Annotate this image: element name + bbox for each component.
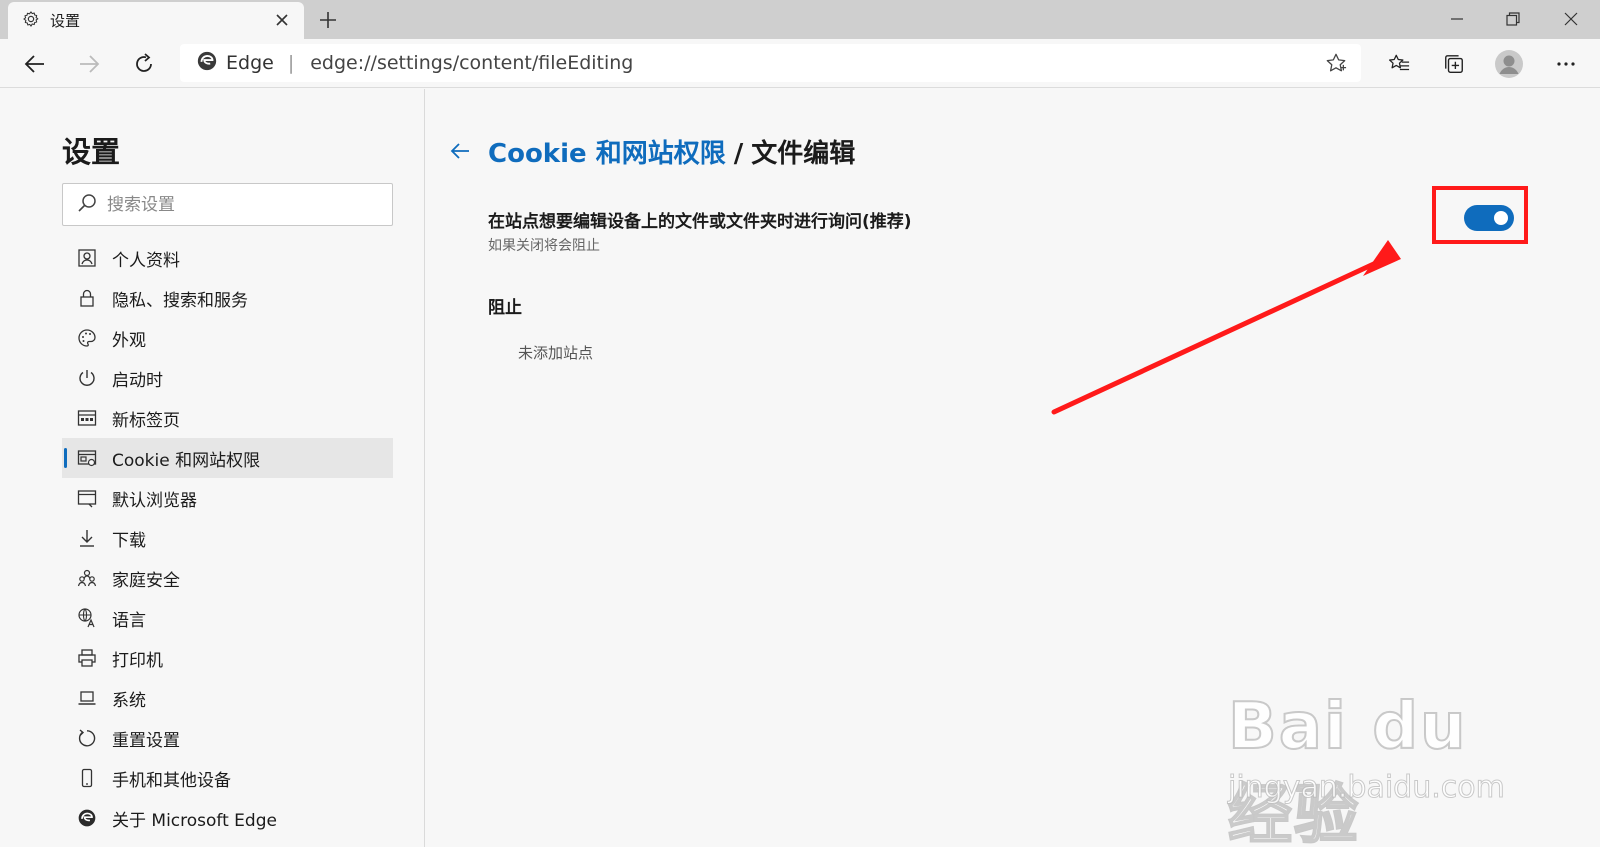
title-bar: 设置 [0,0,1600,39]
sidebar-item-label: 语言 [112,610,146,631]
sidebar-item-startup[interactable]: 启动时 [62,358,393,398]
url-text[interactable]: edge://settings/content/fileEditing [310,52,633,74]
sidebar-item-family[interactable]: 家庭安全 [62,558,393,598]
sidebar-item-label: 外观 [112,330,146,351]
sidebar-item-new-tab[interactable]: 新标签页 [62,398,393,438]
ask-before-editing-label: 在站点想要编辑设备上的文件或文件夹时进行询问(推荐) [488,212,912,232]
download-icon [76,527,98,549]
edge-logo-icon [196,50,218,76]
sidebar-item-label: 隐私、搜索和服务 [112,290,248,311]
back-arrow-icon[interactable] [448,139,472,163]
toolbar: Edge | edge://settings/content/fileEditi… [0,39,1600,88]
sidebar-item-label: 下载 [112,530,146,551]
sidebar-item-label: 手机和其他设备 [112,770,231,791]
sidebar-item-cookies[interactable]: Cookie 和网站权限 [62,438,393,478]
sidebar-item-label: 家庭安全 [112,570,180,591]
restore-button[interactable] [1490,4,1536,34]
watermark: Bai du 经验 jingyan.baidu.com [1227,670,1528,847]
gear-icon [22,10,40,32]
minimize-button[interactable] [1434,4,1480,34]
new-tab-button[interactable] [316,8,340,32]
palette-icon [76,327,98,349]
sidebar-item-label: Cookie 和网站权限 [112,450,261,471]
sidebar-item-label: 打印机 [112,650,163,671]
sidebar-item-about[interactable]: 关于 Microsoft Edge [62,798,393,838]
page-title: Cookie 和网站权限 / 文件编辑 [488,133,855,170]
family-icon [76,567,98,589]
address-separator: | [287,52,295,74]
tab-title: 设置 [50,12,81,30]
printer-icon [76,647,98,669]
power-icon [76,367,98,389]
sidebar-item-reset[interactable]: 重置设置 [62,718,393,758]
back-button[interactable] [20,49,50,79]
profile-icon [76,247,98,269]
sidebar-title: 设置 [62,135,121,169]
sidebar-item-label: 个人资料 [112,250,180,271]
block-empty-text: 未添加站点 [518,344,594,362]
block-section-title: 阻止 [488,298,522,318]
breadcrumb-current: 文件编辑 [751,139,856,169]
collections-button[interactable] [1439,49,1469,79]
more-menu-icon[interactable] [1551,49,1581,79]
new-tab-page-icon [76,407,98,429]
edge-logo-icon [76,807,98,829]
reset-icon [76,727,98,749]
language-icon [76,607,98,629]
sidebar-item-label: 默认浏览器 [112,490,197,511]
sidebar-item-system[interactable]: 系统 [62,678,393,718]
sidebar-item-downloads[interactable]: 下载 [62,518,393,558]
profile-avatar[interactable] [1494,49,1524,79]
breadcrumb-separator: / [733,139,744,169]
sidebar-item-default-browser[interactable]: 默认浏览器 [62,478,393,518]
sidebar-nav: 个人资料 隐私、搜索和服务 外观 启动时 新标签页 Cookie 和网站权限 默… [62,238,393,838]
sidebar-item-languages[interactable]: 语言 [62,598,393,638]
sidebar-item-label: 重置设置 [112,730,180,751]
phone-icon [76,767,98,789]
settings-sidebar: 设置 个人资料 隐私、搜索和服务 外观 启动时 新标签页 Cookie [0,89,425,847]
search-icon [77,193,97,217]
annotation-highlight-box [1432,186,1528,244]
sidebar-item-printers[interactable]: 打印机 [62,638,393,678]
breadcrumb-link[interactable]: Cookie 和网站权限 [488,139,726,169]
search-box[interactable] [62,183,393,226]
ask-before-editing-desc: 如果关闭将会阻止 [488,238,600,254]
default-browser-icon [76,487,98,509]
site-name: Edge [226,52,274,74]
sidebar-item-label: 关于 Microsoft Edge [112,810,277,831]
sidebar-item-phone[interactable]: 手机和其他设备 [62,758,393,798]
tab-settings[interactable]: 设置 [8,2,304,39]
sidebar-item-profiles[interactable]: 个人资料 [62,238,393,278]
laptop-icon [76,687,98,709]
site-permissions-icon [76,447,98,469]
add-favorite-icon[interactable] [1325,52,1347,78]
forward-button[interactable] [74,49,104,79]
close-tab-icon[interactable] [274,12,290,28]
close-window-button[interactable] [1548,4,1594,34]
sidebar-item-label: 启动时 [112,370,163,391]
address-bar[interactable]: Edge | edge://settings/content/fileEditi… [180,44,1361,82]
lock-icon [76,287,98,309]
sidebar-item-label: 新标签页 [112,410,180,431]
sidebar-item-privacy[interactable]: 隐私、搜索和服务 [62,278,393,318]
sidebar-item-label: 系统 [112,690,146,711]
refresh-button[interactable] [129,49,159,79]
watermark-url: jingyan.baidu.com [1228,770,1506,806]
watermark-logo: Bai du 经验 [1227,689,1468,847]
sidebar-item-appearance[interactable]: 外观 [62,318,393,358]
search-input[interactable] [107,194,377,215]
favorites-button[interactable] [1384,49,1414,79]
